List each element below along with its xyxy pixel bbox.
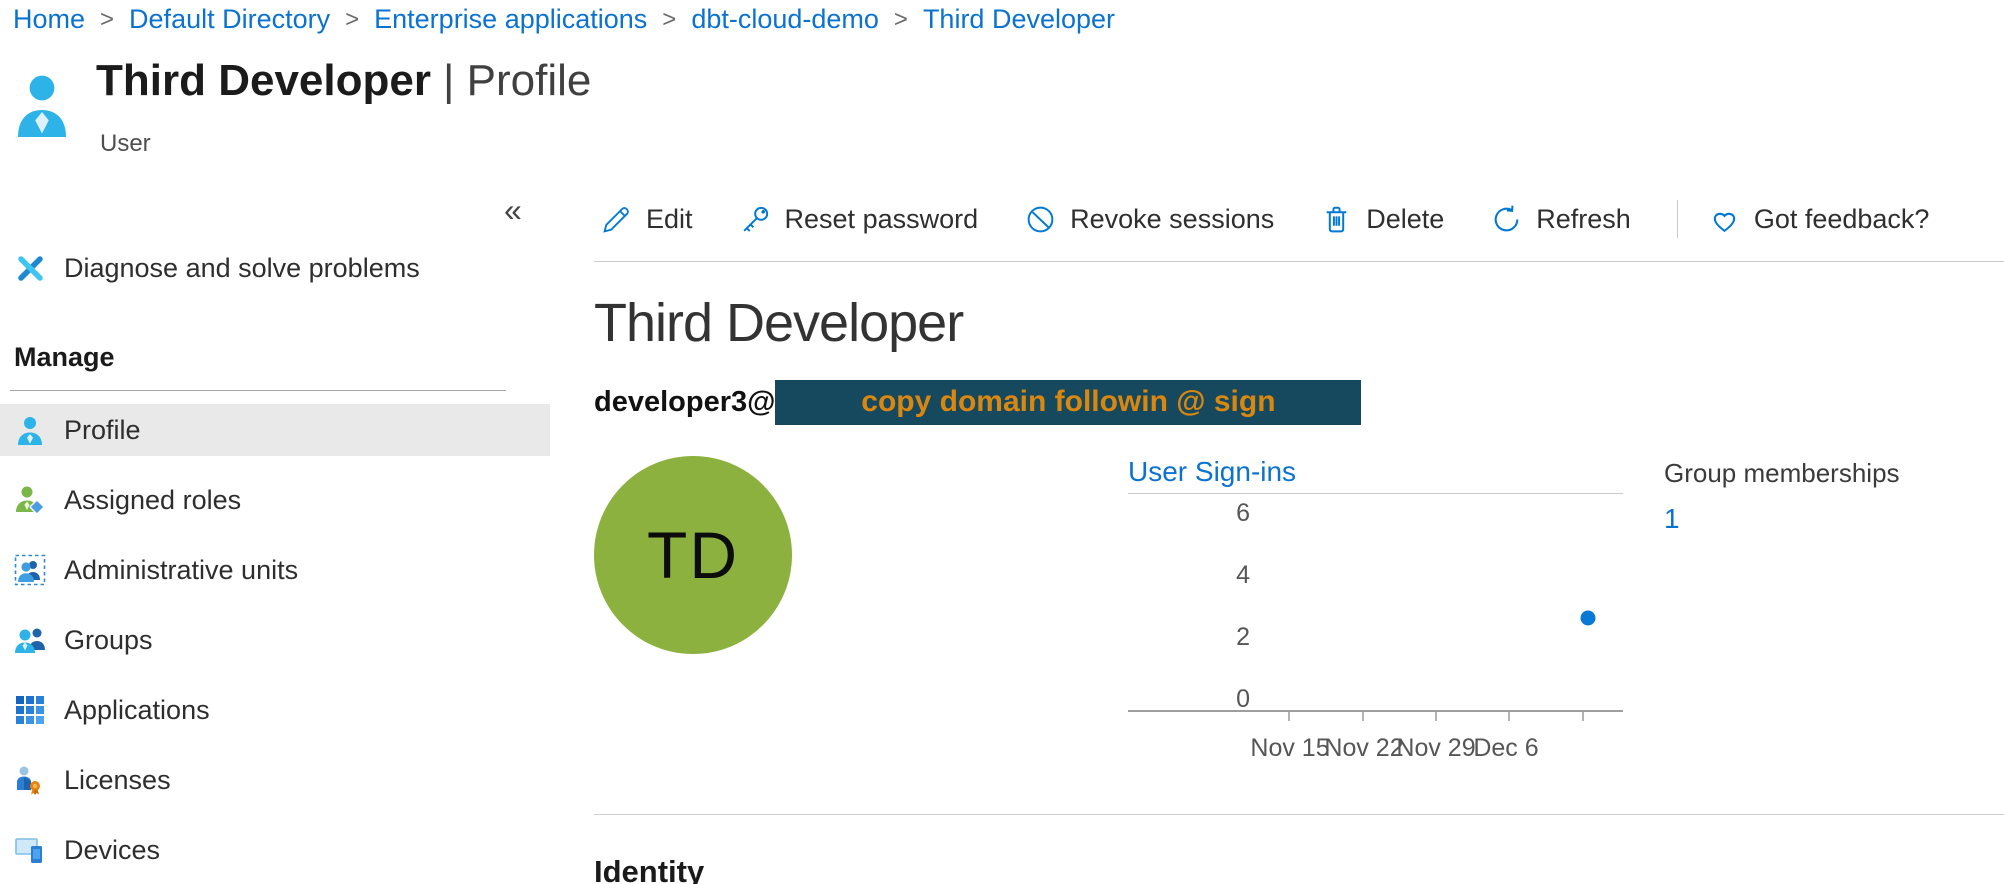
sidebar-divider — [10, 390, 506, 391]
breadcrumb: Home > Default Directory > Enterprise ap… — [13, 4, 1115, 35]
x-axis-tick — [1288, 712, 1290, 721]
key-icon — [739, 203, 772, 236]
refresh-icon — [1490, 203, 1523, 236]
x-axis-tick — [1508, 712, 1510, 721]
edit-button[interactable]: Edit — [600, 203, 693, 236]
sidebar-item-diagnose[interactable]: Diagnose and solve problems — [0, 242, 550, 294]
revoke-sessions-button-label: Revoke sessions — [1070, 204, 1274, 235]
x-axis-tick — [1435, 712, 1437, 721]
sidebar-item-label: Devices — [64, 835, 160, 866]
blocked-circle-icon — [1024, 203, 1057, 236]
chart-x-axis: Nov 15 Nov 22 Nov 29 Dec 6 — [1128, 712, 1623, 770]
upn-prefix: developer3@ — [594, 386, 775, 419]
azure-portal-user-profile-page: Home > Default Directory > Enterprise ap… — [0, 0, 2004, 884]
delete-button-label: Delete — [1366, 204, 1444, 235]
pencil-icon — [600, 203, 633, 236]
sidebar-item-administrative-units[interactable]: Administrative units — [0, 544, 550, 596]
toolbar-separator — [1677, 200, 1678, 238]
refresh-button-label: Refresh — [1536, 204, 1631, 235]
page-title-suffix: | Profile — [443, 56, 591, 105]
sidebar-item-label: Profile — [64, 415, 141, 446]
breadcrumb-separator: > — [100, 6, 114, 34]
breadcrumb-separator: > — [894, 6, 908, 34]
licenses-icon — [14, 764, 46, 796]
tools-icon — [14, 252, 46, 284]
toolbar-divider — [594, 261, 2004, 262]
sidebar-item-licenses[interactable]: Licenses — [0, 754, 550, 806]
trash-icon — [1320, 203, 1353, 236]
breadcrumb-separator: > — [345, 6, 359, 34]
sidebar-item-label: Groups — [64, 625, 153, 656]
sidebar-section-manage: Manage — [14, 342, 115, 373]
got-feedback-button-label: Got feedback? — [1754, 204, 1930, 235]
assigned-roles-icon — [14, 484, 46, 516]
section-divider — [594, 814, 2004, 815]
x-axis-label: Dec 6 — [1473, 734, 1538, 763]
group-memberships-count-link[interactable]: 1 — [1664, 503, 1680, 535]
applications-grid-icon — [14, 694, 46, 726]
y-axis-tick: 0 — [1128, 684, 1250, 714]
user-principal-name: developer3@ copy domain followin @ sign — [594, 379, 1361, 425]
signin-data-point — [1581, 611, 1596, 626]
sidebar-item-applications[interactable]: Applications — [0, 684, 550, 736]
breadcrumb-dbt-cloud-demo[interactable]: dbt-cloud-demo — [691, 4, 879, 35]
sidebar-item-assigned-roles[interactable]: Assigned roles — [0, 474, 550, 526]
edit-button-label: Edit — [646, 204, 693, 235]
breadcrumb-separator: > — [662, 6, 676, 34]
delete-button[interactable]: Delete — [1320, 203, 1444, 236]
sidebar-item-label: Licenses — [64, 765, 171, 796]
domain-redaction-overlay: copy domain followin @ sign — [775, 380, 1361, 425]
revoke-sessions-button[interactable]: Revoke sessions — [1024, 203, 1274, 236]
reset-password-button[interactable]: Reset password — [739, 203, 979, 236]
page-title: Third Developer| Profile — [96, 56, 591, 106]
x-axis-label: Nov 29 — [1396, 734, 1475, 763]
heart-icon — [1708, 203, 1741, 236]
x-axis-tick — [1362, 712, 1364, 721]
chart-title-link[interactable]: User Sign-ins — [1128, 456, 1623, 494]
user-sign-ins-chart: User Sign-ins 6 4 2 0 Nov 15 Nov 22 Nov … — [1128, 456, 1623, 770]
sidebar-item-label: Administrative units — [64, 555, 298, 586]
breadcrumb-third-developer[interactable]: Third Developer — [923, 4, 1115, 35]
sidebar-item-label: Applications — [64, 695, 210, 726]
command-bar: Edit Reset password Revoke sessions De — [600, 196, 1975, 242]
sidebar-item-label: Assigned roles — [64, 485, 241, 516]
devices-icon — [14, 834, 46, 866]
group-memberships-label: Group memberships — [1664, 458, 1900, 489]
refresh-button[interactable]: Refresh — [1490, 203, 1631, 236]
sidebar-item-label: Diagnose and solve problems — [64, 253, 420, 284]
user-display-name: Third Developer — [594, 292, 963, 354]
groups-icon — [14, 624, 46, 656]
breadcrumb-default-directory[interactable]: Default Directory — [129, 4, 330, 35]
y-axis-tick: 6 — [1128, 498, 1250, 528]
profile-person-icon — [14, 414, 46, 446]
breadcrumb-home[interactable]: Home — [13, 4, 85, 35]
user-avatar-icon — [16, 72, 68, 140]
identity-section-heading: Identity — [594, 854, 704, 884]
x-axis-tick — [1582, 712, 1584, 721]
page-title-name: Third Developer — [96, 56, 431, 105]
group-memberships-block: Group memberships 1 — [1664, 458, 1900, 535]
x-axis-label: Nov 22 — [1324, 734, 1403, 763]
y-axis-tick: 4 — [1128, 560, 1250, 590]
y-axis-tick: 2 — [1128, 622, 1250, 652]
x-axis-label: Nov 15 — [1250, 734, 1329, 763]
administrative-units-icon — [14, 554, 46, 586]
got-feedback-button[interactable]: Got feedback? — [1708, 203, 1930, 236]
sidebar-item-profile[interactable]: Profile — [0, 404, 550, 456]
avatar: TD — [594, 456, 792, 654]
sidebar-item-groups[interactable]: Groups — [0, 614, 550, 666]
breadcrumb-enterprise-applications[interactable]: Enterprise applications — [374, 4, 647, 35]
sidebar-item-devices[interactable]: Devices — [0, 824, 550, 876]
sidebar-collapse-button[interactable]: « — [504, 192, 522, 229]
page-subtitle: User — [100, 130, 151, 158]
reset-password-button-label: Reset password — [785, 204, 979, 235]
chart-plot-area: 6 4 2 0 — [1128, 494, 1623, 712]
